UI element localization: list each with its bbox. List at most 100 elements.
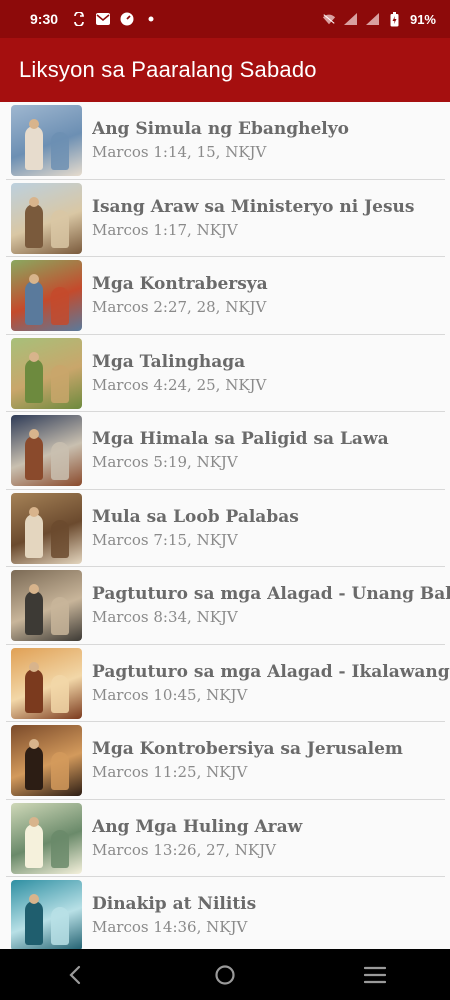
lesson-title: Pagtuturo sa mga Alagad - Ikalawang Baha… xyxy=(92,661,450,682)
thumbnail-figure-head xyxy=(29,816,39,827)
lesson-row[interactable]: Mga Kontrobersiya sa Jerusalem Marcos 11:… xyxy=(0,722,450,800)
lesson-text: Mga Himala sa Paligid sa Lawa Marcos 5:19… xyxy=(92,428,450,473)
recent-apps-button[interactable] xyxy=(345,955,405,995)
lesson-row[interactable]: Mga Talinghaga Marcos 4:24, 25, NKJV xyxy=(0,335,450,413)
thumbnail-figure xyxy=(25,358,43,403)
lesson-title: Mga Talinghaga xyxy=(92,351,246,372)
thumbnail-figure xyxy=(51,364,69,403)
lesson-thumbnail-image xyxy=(11,725,82,797)
home-button[interactable] xyxy=(195,955,255,995)
lesson-reference: Marcos 5:19, NKJV xyxy=(92,453,238,472)
thumbnail-figure xyxy=(25,668,43,713)
back-chevron-icon xyxy=(69,965,81,984)
lesson-text: Mga Kontrobersiya sa Jerusalem Marcos 11:… xyxy=(92,738,450,783)
lesson-reference: Marcos 1:14, 15, NKJV xyxy=(92,143,267,162)
lesson-text: Mga Talinghaga Marcos 4:24, 25, NKJV xyxy=(92,351,450,396)
status-time: 9:30 xyxy=(30,11,59,27)
lesson-reference: Marcos 14:36, NKJV xyxy=(92,918,248,937)
back-button[interactable] xyxy=(45,955,105,995)
thumbnail-figure xyxy=(25,591,43,636)
lesson-title: Pagtuturo sa mga Alagad - Unang Bahagi xyxy=(92,584,450,605)
lesson-row[interactable]: Ang Simula ng Ebanghelyo Marcos 1:14, 15,… xyxy=(0,102,450,180)
battery-charging-icon xyxy=(388,11,402,26)
sync-notification-icon xyxy=(72,12,86,26)
lesson-row[interactable]: Mula sa Loob Palabas Marcos 7:15, NKJV xyxy=(0,490,450,568)
lesson-title: Mga Kontrabersya xyxy=(92,274,268,295)
signal-2-icon xyxy=(365,12,380,26)
thumbnail-figure xyxy=(25,901,43,946)
lesson-title: Mga Himala sa Paligid sa Lawa xyxy=(92,429,389,450)
signal-1-icon xyxy=(343,12,358,26)
thumbnail-figure xyxy=(25,436,43,481)
lesson-title: Isang Araw sa Ministeryo ni Jesus xyxy=(92,196,415,217)
app-title: Liksyon sa Paaralang Sabado xyxy=(19,57,317,82)
thumbnail-figure xyxy=(51,132,69,171)
lesson-title: Mga Kontrobersiya sa Jerusalem xyxy=(92,739,403,760)
mail-notification-icon xyxy=(96,12,111,26)
more-notifications-dot-icon xyxy=(144,12,158,26)
lesson-reference: Marcos 10:45, NKJV xyxy=(92,685,248,704)
thumbnail-figure-head xyxy=(29,661,39,672)
thumbnail-figure xyxy=(51,907,69,946)
thumbnail-figure xyxy=(51,752,69,791)
thumbnail-figure xyxy=(51,442,69,481)
lesson-row[interactable]: Dinakip at Nilitis Marcos 14:36, NKJV xyxy=(0,877,450,949)
lesson-thumbnail-image xyxy=(11,880,82,949)
lesson-row[interactable]: Ang Mga Huling Araw Marcos 13:26, 27, NKJ… xyxy=(0,800,450,878)
lesson-reference: Marcos 7:15, NKJV xyxy=(92,530,238,549)
thumbnail-figure xyxy=(25,203,43,248)
lesson-reference: Marcos 8:34, NKJV xyxy=(92,608,238,627)
thumbnail-figure xyxy=(51,597,69,636)
thumbnail-figure-head xyxy=(29,351,39,362)
lesson-reference: Marcos 11:25, NKJV xyxy=(92,763,248,782)
thumbnail-figure xyxy=(25,823,43,868)
lesson-row[interactable]: Pagtuturo sa mga Alagad - Unang Bahagi Ma… xyxy=(0,567,450,645)
lesson-text: Dinakip at Nilitis Marcos 14:36, NKJV xyxy=(92,893,450,938)
lesson-row[interactable]: Mga Himala sa Paligid sa Lawa Marcos 5:19… xyxy=(0,412,450,490)
lesson-text: Ang Simula ng Ebanghelyo Marcos 1:14, 15,… xyxy=(92,118,450,163)
thumbnail-figure xyxy=(51,674,69,713)
navigation-bar xyxy=(0,949,450,1000)
lesson-thumbnail-image xyxy=(11,802,82,874)
lesson-title: Ang Simula ng Ebanghelyo xyxy=(92,119,349,140)
lesson-title: Mula sa Loob Palabas xyxy=(92,506,299,527)
lesson-thumbnail-image xyxy=(11,105,82,177)
lesson-text: Isang Araw sa Ministeryo ni Jesus Marcos … xyxy=(92,196,450,241)
gauge-notification-icon xyxy=(120,12,134,26)
app-bar: Liksyon sa Paaralang Sabado xyxy=(0,38,450,102)
lesson-reference: Marcos 2:27, 28, NKJV xyxy=(92,298,267,317)
thumbnail-figure xyxy=(25,126,43,171)
lesson-row[interactable]: Mga Kontrabersya Marcos 2:27, 28, NKJV xyxy=(0,257,450,335)
lesson-text: Ang Mga Huling Araw Marcos 13:26, 27, NKJ… xyxy=(92,816,450,861)
lesson-reference: Marcos 13:26, 27, NKJV xyxy=(92,840,276,859)
thumbnail-figure xyxy=(51,519,69,558)
lesson-text: Pagtuturo sa mga Alagad - Unang Bahagi Ma… xyxy=(92,583,450,628)
lesson-thumbnail-image xyxy=(11,337,82,409)
lesson-reference: Marcos 4:24, 25, NKJV xyxy=(92,375,267,394)
thumbnail-figure xyxy=(25,746,43,791)
lesson-text: Mga Kontrabersya Marcos 2:27, 28, NKJV xyxy=(92,273,450,318)
lesson-list[interactable]: Ang Simula ng Ebanghelyo Marcos 1:14, 15,… xyxy=(0,102,450,949)
wifi-off-icon xyxy=(322,12,336,26)
thumbnail-figure xyxy=(51,829,69,868)
thumbnail-figure xyxy=(25,513,43,558)
lesson-text: Mula sa Loob Palabas Marcos 7:15, NKJV xyxy=(92,506,450,551)
lesson-reference: Marcos 1:17, NKJV xyxy=(92,220,238,239)
thumbnail-figure xyxy=(51,209,69,248)
thumbnail-figure-head xyxy=(29,196,39,207)
lesson-thumbnail-image xyxy=(11,647,82,719)
lesson-thumbnail-image xyxy=(11,182,82,254)
battery-percentage: 91% xyxy=(409,11,436,27)
thumbnail-figure xyxy=(51,287,69,326)
lesson-title: Ang Mga Huling Araw xyxy=(92,816,303,837)
lesson-title: Dinakip at Nilitis xyxy=(92,894,257,915)
menu-lines-icon xyxy=(364,966,386,983)
lesson-row[interactable]: Pagtuturo sa mga Alagad - Ikalawang Baha… xyxy=(0,645,450,723)
lesson-thumbnail-image xyxy=(11,492,82,564)
home-circle-icon xyxy=(215,964,235,985)
lesson-thumbnail-image xyxy=(11,260,82,332)
lesson-thumbnail-image xyxy=(11,570,82,642)
lesson-text: Pagtuturo sa mga Alagad - Ikalawang Baha… xyxy=(92,661,450,706)
lesson-row[interactable]: Isang Araw sa Ministeryo ni Jesus Marcos … xyxy=(0,180,450,258)
thumbnail-figure-head xyxy=(29,506,39,517)
